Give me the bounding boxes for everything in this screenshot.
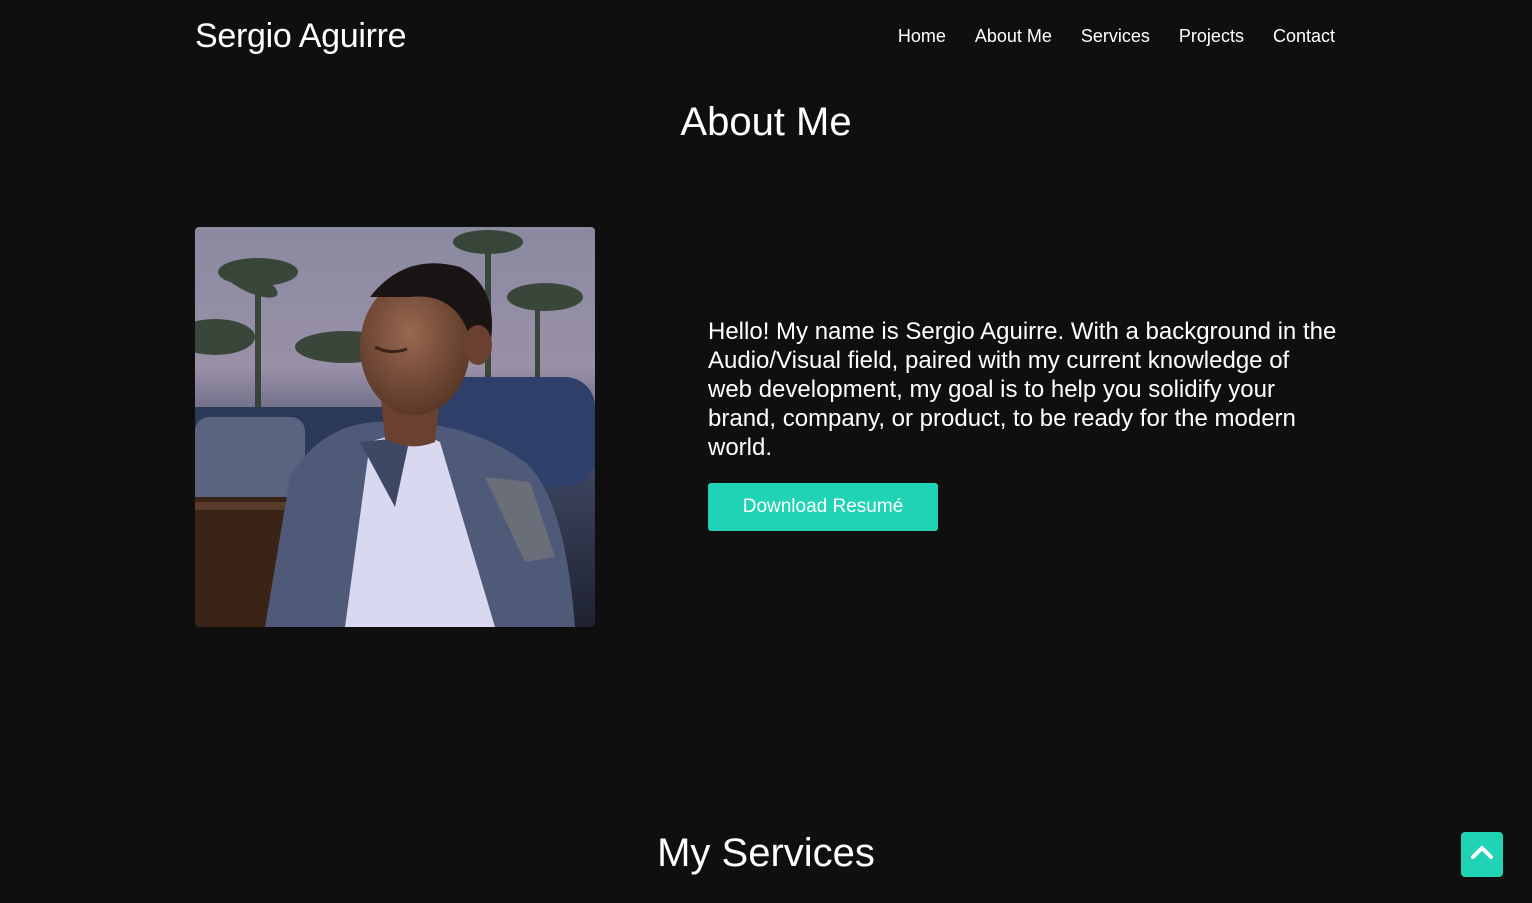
site-header: Sergio Aguirre Home About Me Services Pr… [195, 0, 1335, 72]
download-resume-button[interactable]: Download Resumé [708, 483, 938, 531]
nav-link-contact[interactable]: Contact [1273, 26, 1335, 47]
nav-link-home[interactable]: Home [898, 26, 946, 47]
nav-link-about[interactable]: About Me [975, 26, 1052, 47]
about-section-title: About Me [680, 100, 852, 144]
chevron-up-icon [1471, 845, 1493, 864]
brand-logo-link[interactable]: Sergio Aguirre [195, 17, 407, 56]
about-bio-text: Hello! My name is Sergio Aguirre. With a… [708, 318, 1337, 461]
profile-photo [195, 227, 595, 627]
nav-link-services[interactable]: Services [1081, 26, 1150, 47]
scroll-to-top-button[interactable] [1461, 832, 1503, 877]
main-nav: Home About Me Services Projects Contact [898, 26, 1335, 47]
page: Sergio Aguirre Home About Me Services Pr… [0, 0, 1532, 903]
services-section-title: My Services [657, 831, 875, 875]
nav-link-projects[interactable]: Projects [1179, 26, 1244, 47]
